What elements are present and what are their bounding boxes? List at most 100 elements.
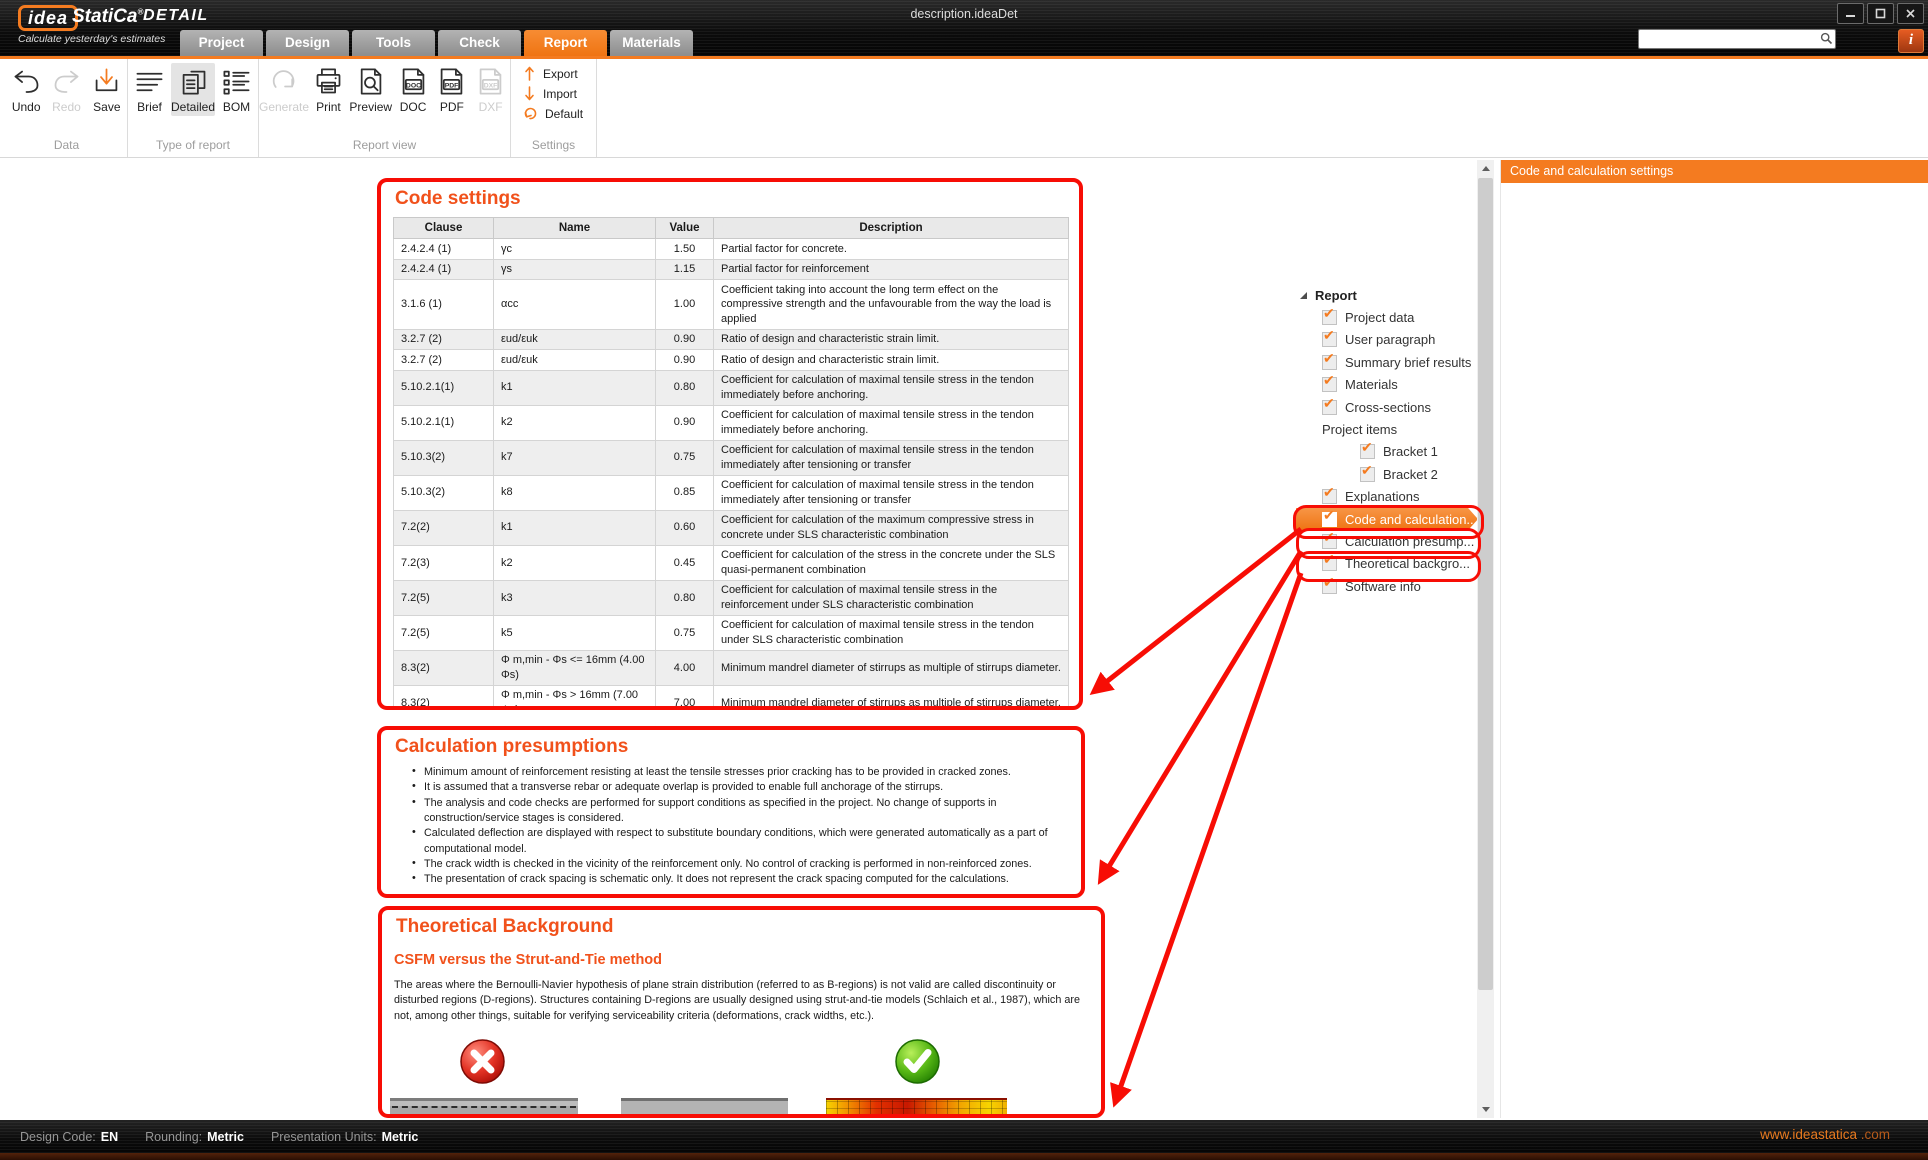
check-icon: ✔ — [1323, 372, 1335, 389]
checkbox[interactable]: ✔ — [1322, 400, 1337, 415]
cell-description: Coefficient for calculation of maximal t… — [714, 405, 1069, 440]
cell-description: Minimum mandrel diameter of stirrups as … — [714, 685, 1069, 710]
tree-item[interactable]: ✔ Project items — [1296, 418, 1478, 440]
ribbon-group-type: Brief Detailed — [128, 59, 259, 157]
tree-item-label[interactable]: Project items — [1322, 422, 1397, 437]
scroll-down-button[interactable] — [1477, 1101, 1494, 1118]
theoretical-background-section: Theoretical Background CSFM versus the S… — [378, 906, 1105, 1118]
tree-item[interactable]: ✔ Cross-sections — [1296, 396, 1478, 418]
ribbon-group-data: Undo Redo Save Data — [6, 59, 128, 157]
save-button[interactable]: Save — [87, 63, 127, 116]
cell-name: αcc — [494, 280, 656, 330]
col-clause: Clause — [394, 218, 494, 239]
redo-icon — [50, 65, 83, 98]
tree-item-label[interactable]: Report — [1315, 288, 1357, 303]
pdf-icon: PDF — [435, 65, 468, 98]
status-bar: Design Code: EN Rounding: Metric Present… — [0, 1120, 1928, 1153]
undo-button[interactable]: Undo — [6, 63, 46, 116]
group-label-view: Report view — [259, 135, 510, 157]
info-button[interactable]: i — [1898, 29, 1924, 53]
cell-value: 0.45 — [656, 545, 714, 580]
checkbox[interactable]: ✔ — [1322, 377, 1337, 392]
tree-item[interactable]: ✔ Bracket 1 — [1296, 441, 1478, 463]
tree-item[interactable]: ✔ Materials — [1296, 374, 1478, 396]
app-window: idea StatiCa® DETAIL description.ideaDet… — [0, 0, 1928, 1160]
scrollbar-thumb[interactable] — [1478, 178, 1493, 990]
checkbox[interactable]: ✔ — [1360, 444, 1375, 459]
preview-button[interactable]: Preview — [348, 63, 394, 116]
redo-button[interactable]: Redo — [46, 63, 86, 116]
tree-item[interactable]: ✔ Bracket 2 — [1296, 463, 1478, 485]
tab[interactable]: Materials — [610, 30, 693, 56]
group-label-data: Data — [6, 135, 127, 157]
table-row: 7.2(5) k5 0.75 Coefficient for calculati… — [394, 615, 1069, 650]
pdf-button[interactable]: PDF PDF — [432, 63, 471, 116]
generate-button[interactable]: Generate — [259, 63, 309, 116]
check-icon: ✔ — [1323, 327, 1335, 344]
tree-item-label[interactable]: Cross-sections — [1345, 400, 1431, 415]
cell-value: 0.80 — [656, 580, 714, 615]
tree-item-label[interactable]: Summary brief results — [1345, 355, 1471, 370]
tree-item-label[interactable]: User paragraph — [1345, 332, 1435, 347]
tree-item[interactable]: ✔ Report — [1296, 284, 1478, 306]
default-button[interactable]: Default — [523, 105, 586, 122]
dxf-label: DXF — [479, 100, 503, 114]
maximize-button[interactable] — [1867, 3, 1894, 24]
group-buttons: Generate Print — [259, 59, 510, 135]
tree-item-label[interactable]: Explanations — [1345, 489, 1419, 504]
cell-description: Coefficient for calculation of maximal t… — [714, 475, 1069, 510]
brief-button[interactable]: Brief — [128, 63, 171, 116]
theoretical-background-title: Theoretical Background — [396, 916, 1101, 938]
tree-item-label[interactable]: Bracket 2 — [1383, 467, 1438, 482]
dxf-button[interactable]: DXF DXF — [471, 63, 510, 116]
cell-name: k5 — [494, 615, 656, 650]
detailed-button[interactable]: Detailed — [171, 63, 215, 116]
close-button[interactable] — [1897, 3, 1924, 24]
cell-name: k7 — [494, 440, 656, 475]
tab[interactable]: Check — [438, 30, 521, 56]
import-button[interactable]: Import — [523, 85, 586, 102]
website-link[interactable]: www.ideastatica .com — [1760, 1127, 1890, 1142]
tree-item-label[interactable]: Materials — [1345, 377, 1398, 392]
rounding-label: Rounding: — [145, 1130, 202, 1144]
scroll-up-button[interactable] — [1477, 160, 1494, 177]
group-label-settings: Settings — [511, 135, 596, 157]
annotation-ring-theory — [1296, 551, 1481, 582]
calculation-presumptions-title: Calculation presumptions — [395, 736, 1081, 758]
expander-icon[interactable] — [1300, 292, 1307, 299]
bom-button[interactable]: BOM — [215, 63, 258, 116]
tree-item[interactable]: ✔ User paragraph — [1296, 329, 1478, 351]
bom-label: BOM — [223, 100, 250, 114]
vertical-scrollbar[interactable] — [1477, 160, 1494, 1118]
checkbox[interactable]: ✔ — [1322, 489, 1337, 504]
check-icon: ✔ — [1323, 395, 1335, 412]
table-row: 5.10.3(2) k8 0.85 Coefficient for calcul… — [394, 475, 1069, 510]
code-settings-title: Code settings — [395, 188, 1079, 210]
generate-label: Generate — [259, 100, 309, 114]
checkbox[interactable]: ✔ — [1322, 355, 1337, 370]
minimize-button[interactable] — [1837, 3, 1864, 24]
cell-description: Coefficient for calculation of the maxim… — [714, 510, 1069, 545]
doc-button[interactable]: DOC DOC — [394, 63, 433, 116]
table-header-row: Clause Name Value Description — [394, 218, 1069, 239]
checkbox[interactable]: ✔ — [1360, 467, 1375, 482]
tab[interactable]: Project — [180, 30, 263, 56]
cell-description: Coefficient taking into account the long… — [714, 280, 1069, 330]
tab[interactable]: Design — [266, 30, 349, 56]
search-icon[interactable] — [1820, 32, 1833, 45]
tree-item[interactable]: ✔ Project data — [1296, 306, 1478, 328]
cell-value: 7.00 — [656, 685, 714, 710]
cell-clause: 2.4.2.4 (1) — [394, 239, 494, 260]
print-button[interactable]: Print — [309, 63, 348, 116]
export-button[interactable]: Export — [523, 65, 586, 82]
tab[interactable]: Tools — [352, 30, 435, 56]
checkbox[interactable]: ✔ — [1322, 332, 1337, 347]
checkbox[interactable]: ✔ — [1322, 310, 1337, 325]
tree-item[interactable]: ✔ Summary brief results — [1296, 351, 1478, 373]
cell-clause: 3.1.6 (1) — [394, 280, 494, 330]
search-input[interactable] — [1641, 30, 1817, 48]
tree-item-label[interactable]: Bracket 1 — [1383, 444, 1438, 459]
col-name: Name — [494, 218, 656, 239]
tab[interactable]: Report — [524, 30, 607, 56]
tree-item-label[interactable]: Project data — [1345, 310, 1414, 325]
